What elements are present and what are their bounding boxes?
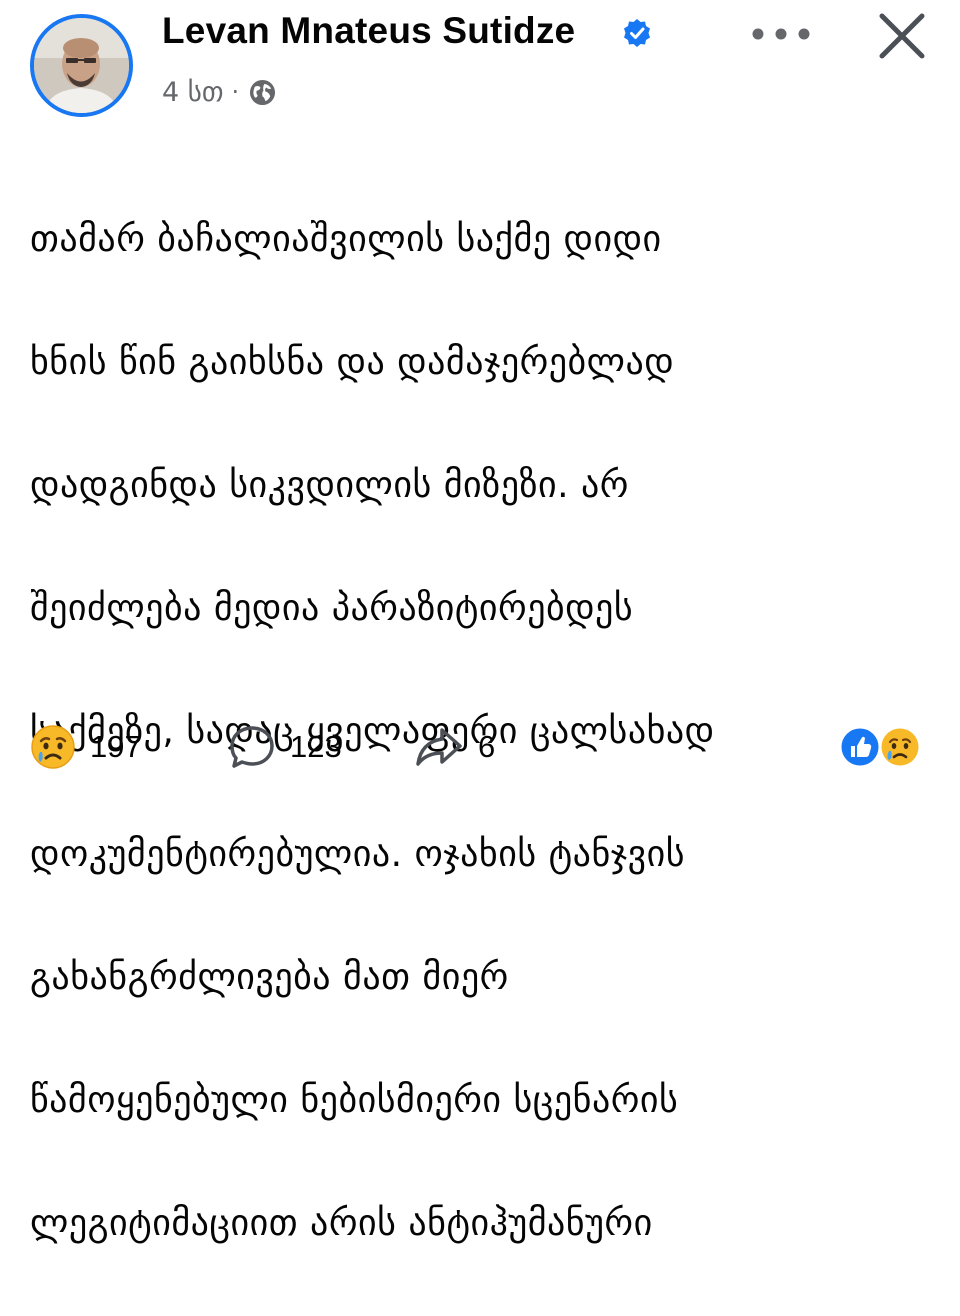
share-button[interactable]: 6 bbox=[414, 712, 495, 782]
verified-badge-icon bbox=[624, 19, 650, 47]
author-name[interactable]: Levan Mnateus Sutidze bbox=[162, 10, 575, 52]
more-options-icon[interactable] bbox=[748, 24, 814, 44]
like-reaction-icon bbox=[838, 725, 882, 769]
share-icon bbox=[416, 728, 462, 766]
post-text-line: გახანგრძლივება მათ მიერ bbox=[30, 956, 509, 998]
sad-reaction-icon bbox=[31, 725, 75, 769]
globe-icon bbox=[250, 79, 276, 105]
post-timestamp[interactable]: 4 სთ bbox=[162, 77, 224, 108]
post-text-line: წამოყენებული ნებისმიერი სცენარის bbox=[30, 1079, 679, 1121]
comment-icon bbox=[230, 726, 274, 768]
reaction-summary[interactable] bbox=[836, 722, 932, 772]
comments-count: 123 bbox=[290, 729, 342, 764]
avatar[interactable] bbox=[30, 14, 133, 117]
post-meta: 4 სთ · bbox=[162, 72, 276, 112]
comment-button[interactable]: 123 bbox=[228, 712, 342, 782]
react-button[interactable]: 197 bbox=[30, 712, 142, 782]
close-icon[interactable] bbox=[872, 12, 932, 60]
avatar-photo bbox=[34, 18, 129, 113]
post-text-line: შეიძლება მედია პარაზიტირებდეს bbox=[30, 587, 634, 629]
post-header: Levan Mnateus Sutidze 4 სთ · bbox=[0, 0, 960, 130]
action-bar: 197 123 6 bbox=[0, 712, 960, 782]
post-text-line: თამარ ბაჩალიაშვილის საქმე დიდი bbox=[30, 218, 662, 260]
post-text-line: ხნის წინ გაიხსნა და დამაჯერებლად bbox=[30, 341, 675, 383]
shares-count: 6 bbox=[478, 729, 496, 764]
sad-summary-icon bbox=[878, 725, 922, 769]
meta-separator: · bbox=[231, 78, 240, 106]
post-text-line: ლეგიტიმაციით არის ანტიჰუმანური bbox=[30, 1202, 653, 1244]
reactions-count: 197 bbox=[90, 729, 142, 764]
post-text-line: დოკუმენტირებულია. ოჯახის ტანჯვის bbox=[30, 833, 686, 875]
post-text-line: დადგინდა სიკვდილის მიზეზი. არ bbox=[30, 464, 629, 506]
